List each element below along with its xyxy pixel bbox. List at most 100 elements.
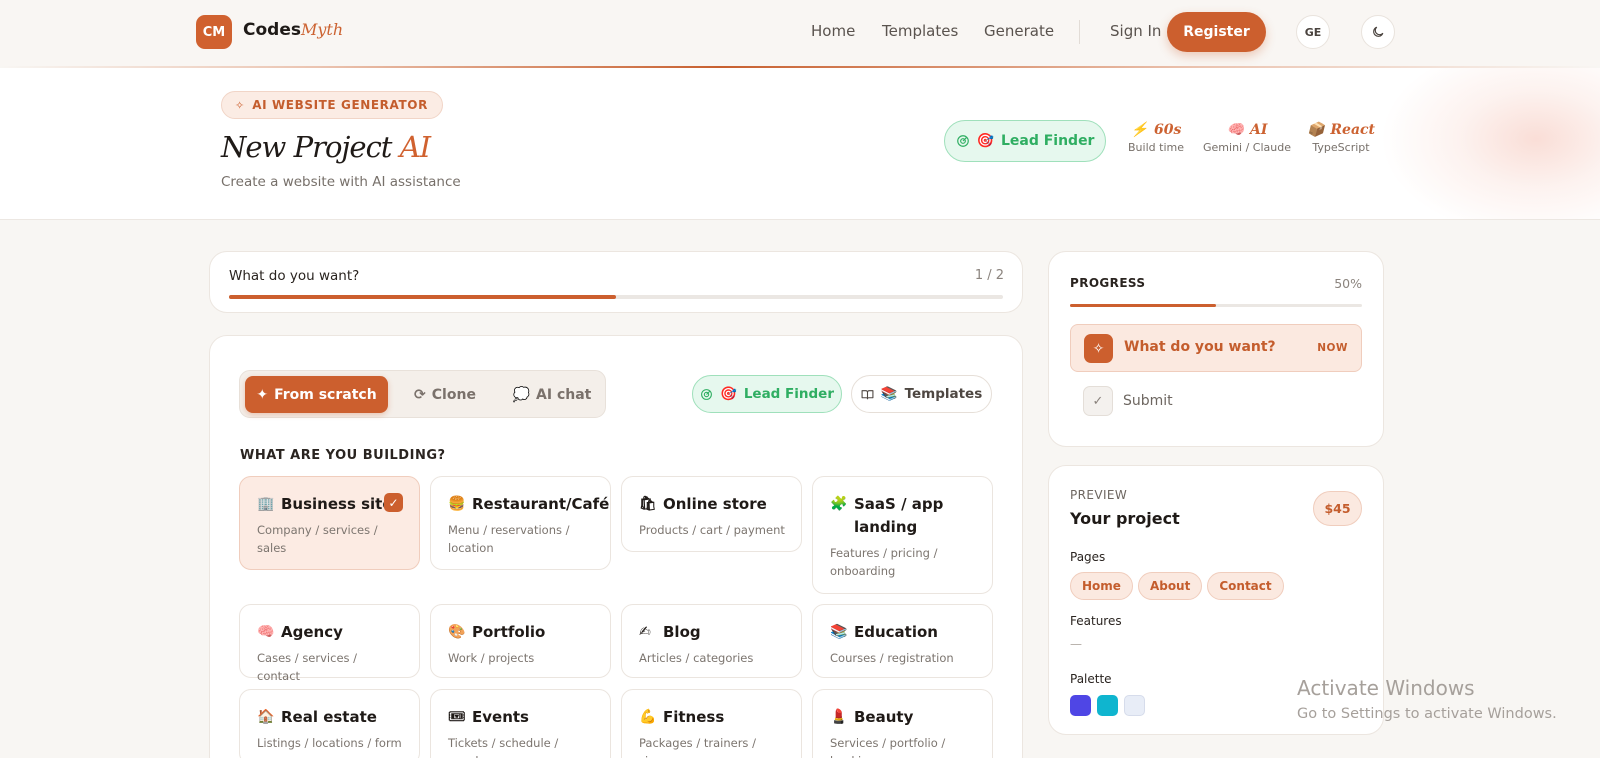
tile-subtitle: Work / projects	[448, 651, 535, 665]
stat-value: React	[1330, 122, 1376, 138]
palette-swatch[interactable]	[1124, 695, 1145, 716]
sign-in-link[interactable]: Sign In	[1110, 22, 1161, 40]
lightning-icon: ⚡	[1130, 122, 1149, 138]
register-button[interactable]: Register	[1167, 12, 1266, 52]
flexed-arm-icon: 💪	[639, 709, 657, 725]
project-type-events[interactable]: 🎟 Events Tickets / schedule / speakers	[430, 689, 611, 758]
tile-title: Portfolio	[472, 623, 546, 641]
stat-framework: 📦 React TypeScript	[1307, 122, 1376, 154]
books-icon: 📚	[830, 624, 848, 640]
features-label: Features	[1070, 614, 1122, 628]
generator-badge-label: AI WEBSITE GENERATOR	[252, 98, 428, 112]
project-type-agency[interactable]: 🧠 Agency Cases / services / contact	[239, 604, 420, 683]
tile-title: Events	[472, 708, 529, 726]
refresh-icon: ⟳	[414, 386, 426, 403]
stat-ai-model: 🧠 AI Gemini / Claude	[1201, 122, 1293, 154]
lead-finder-label: Lead Finder	[743, 386, 834, 402]
palette-swatch[interactable]	[1070, 695, 1091, 716]
brand-name[interactable]: CodesMyth	[243, 20, 343, 40]
house-icon: 🏠	[257, 709, 275, 725]
project-type-fitness[interactable]: 💪 Fitness Packages / trainers / signup	[621, 689, 802, 758]
progress-step-current[interactable]: ✧ What do you want? NOW	[1070, 324, 1362, 372]
ticket-icon: 🎟	[448, 709, 466, 725]
tile-subtitle: Products / cart / payment	[639, 523, 785, 537]
palette-swatch[interactable]	[1097, 695, 1118, 716]
project-type-blog[interactable]: ✍ Blog Articles / categories	[621, 604, 802, 678]
theme-toggle-button[interactable]	[1361, 15, 1395, 49]
page-title: New Project AI	[221, 130, 431, 164]
palette-swatches	[1070, 695, 1145, 716]
shopping-bag-icon: 🛍	[639, 496, 657, 512]
tile-subtitle: Cases / services / contact	[257, 651, 358, 683]
project-type-saas[interactable]: 🧩 SaaS / app landing Features / pricing /…	[812, 476, 993, 594]
step-progress-bar	[229, 295, 1003, 299]
mode-ai-chat-button[interactable]: 💭 AI chat	[502, 376, 602, 413]
page-chip-contact[interactable]: Contact	[1207, 572, 1284, 600]
nav-generate-link[interactable]: Generate	[984, 22, 1054, 40]
preview-title: Your project	[1070, 509, 1180, 528]
templates-button[interactable]: 📚 Templates	[851, 375, 992, 413]
project-type-real-estate[interactable]: 🏠 Real estate Listings / locations / form	[239, 689, 420, 758]
thought-bubble-icon: 💭	[512, 386, 531, 403]
logo-initials: CM	[202, 24, 226, 40]
page-chip-home[interactable]: Home	[1070, 572, 1133, 600]
header-lead-finder-button[interactable]: 🎯 Lead Finder	[944, 120, 1106, 162]
tile-title: Blog	[663, 623, 701, 641]
stat-label: Build time	[1128, 141, 1184, 154]
step-counter: 1 / 2	[974, 268, 1004, 283]
progress-step-submit[interactable]: ✓ Submit	[1083, 386, 1343, 418]
project-type-online-store[interactable]: 🛍 Online store Products / cart / payment	[621, 476, 802, 552]
logo-badge[interactable]: CM	[196, 15, 232, 49]
generator-badge: ✧ AI WEBSITE GENERATOR	[221, 91, 443, 119]
brain-icon: 🧠	[257, 624, 275, 640]
tile-title: SaaS / app landing	[854, 495, 944, 536]
progress-panel: PROGRESS 50% ✧ What do you want? NOW ✓ S…	[1048, 251, 1384, 447]
radar-icon	[956, 135, 969, 147]
stat-value: 60s	[1154, 122, 1182, 138]
progress-bar	[1070, 304, 1362, 307]
mode-selector: ✦ From scratch ⟳ Clone 💭 AI chat	[239, 370, 606, 418]
nav-divider	[1079, 20, 1080, 44]
nav-home-link[interactable]: Home	[811, 22, 855, 40]
mode-from-scratch-button[interactable]: ✦ From scratch	[245, 376, 388, 413]
page-chip-about[interactable]: About	[1137, 572, 1203, 600]
mode-clone-button[interactable]: ⟳ Clone	[392, 376, 498, 413]
books-icon: 📚	[880, 386, 898, 402]
stat-value: AI	[1250, 122, 1268, 138]
tile-title: Online store	[663, 495, 767, 513]
burger-icon: 🍔	[448, 496, 466, 512]
progress-title: PROGRESS	[1070, 276, 1146, 290]
tile-subtitle: Packages / trainers / signup	[639, 736, 756, 758]
moon-icon	[1373, 26, 1384, 37]
radar-icon	[701, 388, 712, 400]
project-type-restaurant[interactable]: 🍔 Restaurant/Café Menu / reservations / l…	[430, 476, 611, 570]
stat-label: TypeScript	[1312, 141, 1370, 154]
tile-title: Business site	[281, 495, 393, 513]
lead-finder-button[interactable]: 🎯 Lead Finder	[692, 375, 842, 413]
project-type-portfolio[interactable]: 🎨 Portfolio Work / projects	[430, 604, 611, 678]
office-building-icon: 🏢	[257, 496, 275, 512]
project-type-education[interactable]: 📚 Education Courses / registration	[812, 604, 993, 678]
project-type-business-site[interactable]: 🏢 Business site Company / services / sale…	[239, 476, 420, 570]
tile-subtitle: Services / portfolio / booking	[830, 736, 946, 758]
progress-percent: 50%	[1334, 276, 1362, 291]
section-title: WHAT ARE YOU BUILDING?	[240, 448, 446, 463]
nav-templates-link[interactable]: Templates	[882, 22, 958, 40]
templates-label: Templates	[904, 386, 983, 402]
price-badge: $45	[1313, 491, 1362, 526]
progress-fill	[1070, 304, 1216, 307]
step-title: What do you want?	[229, 268, 360, 284]
preview-kicker: PREVIEW	[1070, 488, 1128, 502]
puzzle-icon: 🧩	[830, 496, 848, 512]
project-type-beauty[interactable]: 💄 Beauty Services / portfolio / booking	[812, 689, 993, 758]
tile-title: Fitness	[663, 708, 725, 726]
checkmark-icon: ✓	[384, 493, 403, 512]
page-title-accent: AI	[399, 130, 431, 164]
sparkle-icon: ✦	[256, 386, 269, 403]
tile-title: Agency	[281, 623, 343, 641]
windows-activation-watermark: Activate Windows Go to Settings to activ…	[1297, 676, 1557, 722]
language-button[interactable]: GE	[1296, 15, 1330, 49]
header-lead-finder-label: Lead Finder	[1000, 133, 1095, 149]
palette-icon: 🎨	[448, 624, 466, 640]
top-navbar: CM CodesMyth Home Templates Generate Sig…	[0, 0, 1600, 66]
